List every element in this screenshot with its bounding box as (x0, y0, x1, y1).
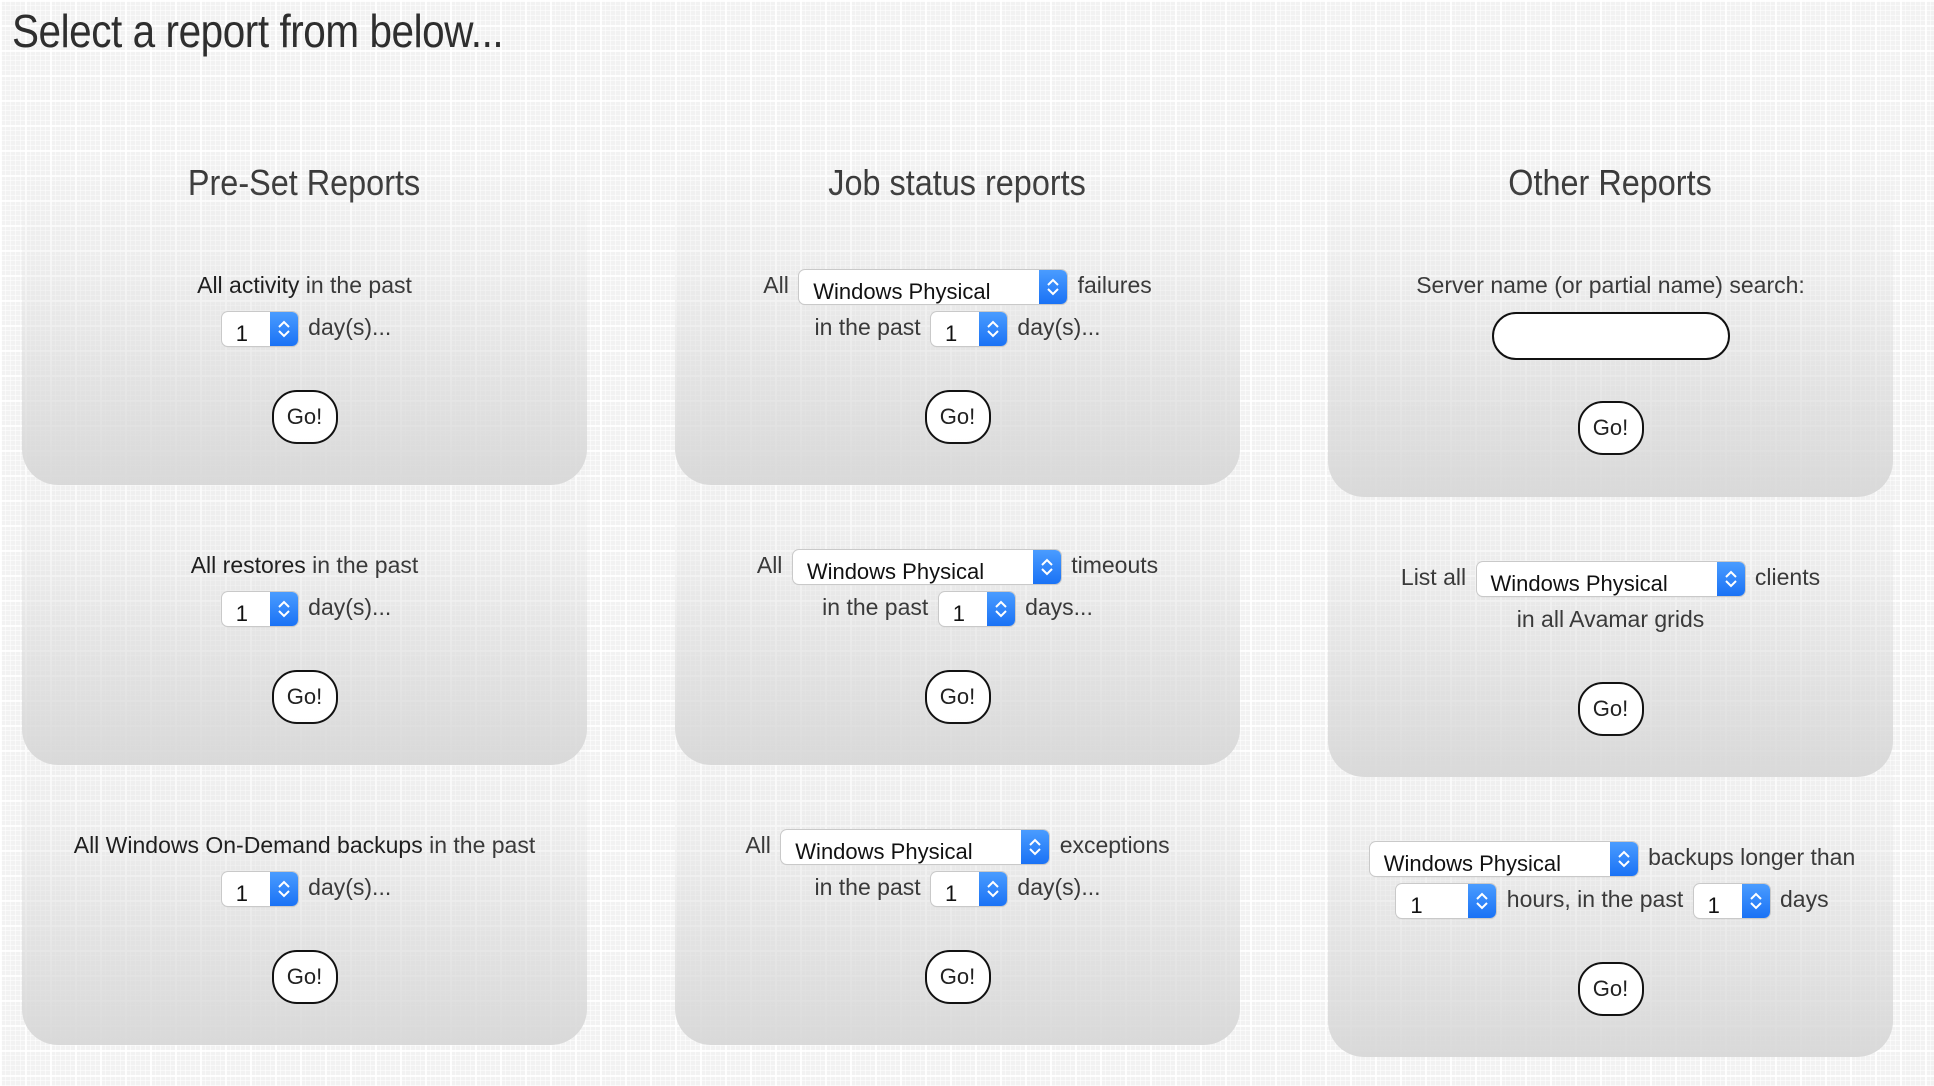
failures-type-value: Windows Physical (813, 278, 991, 304)
exceptions-type-value: Windows Physical (795, 838, 973, 864)
failures-past-label: in the past (814, 314, 921, 340)
server-search-label: Server name (or partial name) search: (1416, 272, 1805, 298)
restores-days-suffix: day(s)... (308, 594, 392, 620)
long-backups-go-button[interactable]: Go! (1577, 962, 1644, 1016)
ondemand-label: All Windows On-Demand backups in the pas… (22, 824, 587, 866)
timeouts-type-value: Windows Physical (806, 558, 985, 584)
long-backups-hours-select[interactable]: 1 (1396, 883, 1497, 918)
restores-lead: All restores (190, 552, 306, 578)
long-backups-suffix: backups longer than (1648, 844, 1856, 870)
exceptions-type-select[interactable]: Windows Physical (781, 829, 1050, 864)
card-ondemand-backups: All Windows On-Demand backups in the pas… (22, 715, 587, 1045)
timeouts-days-value: 1 (952, 600, 965, 626)
up-down-chevron-icon (1468, 883, 1497, 918)
ondemand-days-suffix: day(s)... (308, 874, 392, 900)
exceptions-days-select[interactable]: 1 (931, 871, 1008, 906)
up-down-chevron-icon (986, 591, 1015, 626)
long-backups-hours-suffix: hours, in the past (1506, 886, 1684, 912)
up-down-chevron-icon (979, 871, 1008, 906)
activity-tail: in the past (305, 272, 412, 298)
timeouts-past-label: in the past (822, 594, 929, 620)
up-down-chevron-icon (979, 311, 1008, 346)
up-down-chevron-icon (269, 591, 298, 626)
exceptions-suffix: exceptions (1059, 832, 1170, 858)
clients-suffix: clients (1754, 564, 1821, 590)
timeouts-days-select[interactable]: 1 (938, 591, 1015, 626)
exceptions-prefix: All (745, 832, 771, 858)
restores-days-value: 1 (235, 600, 249, 626)
clients-type-value: Windows Physical (1490, 570, 1668, 596)
timeouts-suffix: timeouts (1071, 552, 1159, 578)
card-server-search: Server name (or partial name) search: Go… (1328, 155, 1893, 497)
restores-tail: in the past (312, 552, 419, 578)
up-down-chevron-icon (269, 871, 298, 906)
activity-label: All activity in the past (22, 264, 587, 306)
long-backups-hours-value: 1 (1410, 892, 1423, 918)
failures-days-suffix: day(s)... (1017, 314, 1101, 340)
activity-lead: All activity (197, 272, 300, 298)
up-down-chevron-icon (1039, 269, 1068, 304)
up-down-chevron-icon (1032, 549, 1061, 584)
ondemand-lead: All Windows On-Demand backups (73, 832, 423, 858)
exceptions-days-value: 1 (945, 880, 958, 906)
failures-prefix: All (763, 272, 789, 298)
timeouts-days-suffix: days... (1025, 594, 1093, 620)
card-exceptions: All Windows Physical exceptions in the p… (675, 715, 1240, 1045)
long-backups-days-value: 1 (1707, 892, 1720, 918)
exceptions-go-button[interactable]: Go! (924, 950, 991, 1004)
restores-label: All restores in the past (22, 544, 587, 586)
activity-days-suffix: day(s)... (308, 314, 392, 340)
ondemand-go-button[interactable]: Go! (271, 950, 338, 1004)
long-backups-type-value: Windows Physical (1383, 850, 1561, 876)
ondemand-days-select[interactable]: 1 (221, 871, 298, 906)
failures-days-value: 1 (945, 320, 958, 346)
timeouts-type-select[interactable]: Windows Physical (792, 549, 1061, 584)
page-title: Select a report from below... (12, 5, 504, 57)
up-down-chevron-icon (269, 311, 298, 346)
ondemand-tail: in the past (429, 832, 536, 858)
up-down-chevron-icon (1716, 561, 1745, 596)
failures-suffix: failures (1077, 272, 1152, 298)
ondemand-days-value: 1 (235, 880, 249, 906)
long-backups-days-select[interactable]: 1 (1693, 883, 1770, 918)
failures-type-select[interactable]: Windows Physical (799, 269, 1068, 304)
up-down-chevron-icon (1021, 829, 1050, 864)
clients-line2: in all Avamar grids (1516, 606, 1705, 632)
clients-prefix: List all (1400, 564, 1467, 590)
long-backups-days-suffix: days (1780, 886, 1829, 912)
activity-days-value: 1 (235, 320, 249, 346)
restores-days-select[interactable]: 1 (221, 591, 298, 626)
long-backups-type-select[interactable]: Windows Physical (1369, 841, 1638, 876)
up-down-chevron-icon (1609, 841, 1638, 876)
failures-days-select[interactable]: 1 (931, 311, 1008, 346)
clients-type-select[interactable]: Windows Physical (1476, 561, 1745, 596)
up-down-chevron-icon (1741, 883, 1770, 918)
timeouts-prefix: All (756, 552, 783, 578)
card-long-backups: Windows Physical backups longer than 1 h… (1328, 727, 1893, 1057)
exceptions-past-label: in the past (814, 874, 921, 900)
exceptions-days-suffix: day(s)... (1017, 874, 1101, 900)
activity-days-select[interactable]: 1 (221, 311, 298, 346)
server-search-input[interactable] (1491, 311, 1730, 360)
